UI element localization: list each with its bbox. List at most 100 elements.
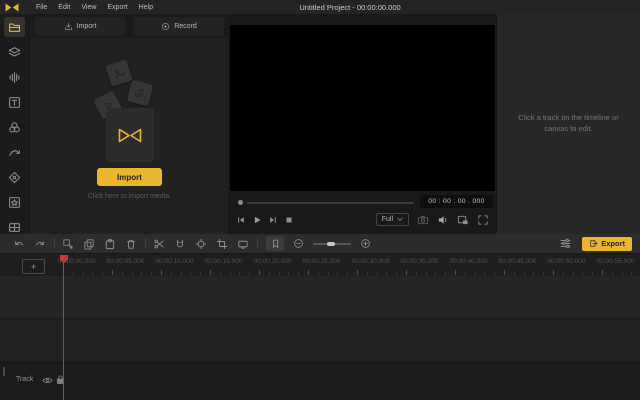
timeline-toolbar: Export xyxy=(0,234,640,254)
menu-export[interactable]: Export xyxy=(107,4,127,11)
play-icon xyxy=(252,215,262,225)
tab-record[interactable]: Record xyxy=(134,17,224,35)
crop-icon xyxy=(216,238,228,250)
sidebar-item-filters[interactable] xyxy=(4,117,25,137)
redo-button[interactable] xyxy=(33,237,46,250)
ruler-tick xyxy=(347,272,348,275)
volume-speaker-icon[interactable] xyxy=(437,214,449,226)
tab-import[interactable]: Import xyxy=(35,17,125,35)
preview-canvas[interactable] xyxy=(230,25,495,191)
fullscreen-icon[interactable] xyxy=(477,214,489,226)
freeze-frame-icon xyxy=(237,238,249,250)
transport-controls xyxy=(236,215,294,225)
ruler-tick xyxy=(553,270,554,275)
ruler-tick xyxy=(328,272,329,275)
sidebar-item-effects[interactable] xyxy=(4,167,25,187)
timeline-zoom-out-button[interactable] xyxy=(292,237,305,250)
crop-button[interactable] xyxy=(215,237,228,250)
timeline-zoom-in-button[interactable] xyxy=(359,237,372,250)
timeline-ruler[interactable]: 00:00:00.00000:00:05.00000:00:10.00000:0… xyxy=(0,255,640,276)
ruler-tick xyxy=(435,272,436,275)
visibility-eye-icon[interactable] xyxy=(42,376,53,385)
menu-file[interactable]: File xyxy=(36,4,47,11)
magnet-button[interactable] xyxy=(173,237,186,250)
previous-frame-button[interactable] xyxy=(236,215,246,225)
ruler-tick xyxy=(181,272,182,275)
ruler-label: 00:00:40.000 xyxy=(450,258,488,265)
app-logo-icon xyxy=(5,3,19,12)
ruler-tick xyxy=(484,272,485,275)
sidebar-item-media[interactable] xyxy=(4,17,25,37)
ruler-tick xyxy=(337,272,338,275)
stop-button[interactable] xyxy=(284,215,294,225)
tab-import-label: Import xyxy=(77,23,97,30)
undo-button[interactable] xyxy=(12,237,25,250)
toolbar-separator xyxy=(257,238,258,249)
playhead-line[interactable] xyxy=(63,255,64,400)
sidebar-item-stickers[interactable] xyxy=(4,192,25,212)
ruler-tick xyxy=(573,272,574,275)
timeline-zoom-slider[interactable] xyxy=(313,237,351,250)
adjustment-button[interactable] xyxy=(559,237,572,250)
curved-arrows-icon xyxy=(8,146,21,159)
seek-track[interactable] xyxy=(247,202,414,204)
zoom-mode-value: Full xyxy=(382,216,393,223)
zoom-mode-dropdown[interactable]: Full xyxy=(376,213,409,226)
undo-icon xyxy=(13,238,25,250)
split-button[interactable] xyxy=(152,237,165,250)
timeline-track-row-2[interactable] xyxy=(0,320,640,362)
zoom-out-icon xyxy=(293,238,304,249)
copy-button[interactable] xyxy=(82,237,95,250)
preview-right-controls: Full xyxy=(376,213,489,226)
zoom-in-icon xyxy=(360,238,371,249)
next-frame-button[interactable] xyxy=(268,215,278,225)
sidebar-item-transitions[interactable] xyxy=(4,142,25,162)
select-button[interactable] xyxy=(61,237,74,250)
ruler-tick xyxy=(298,272,299,275)
select-pointer-icon xyxy=(62,238,74,250)
sidebar-item-text[interactable] xyxy=(4,92,25,112)
export-button[interactable]: Export xyxy=(582,237,632,251)
ruler-tick xyxy=(171,272,172,275)
marker-button[interactable] xyxy=(266,236,284,251)
ruler-tick xyxy=(102,272,103,275)
timeline-main-track-row[interactable]: Track xyxy=(0,363,640,400)
track-drag-handle[interactable] xyxy=(3,367,5,376)
photo-icon xyxy=(111,65,127,81)
menu-help[interactable]: Help xyxy=(139,4,153,11)
sidebar-item-elements[interactable] xyxy=(4,42,25,62)
sidebar-item-audio[interactable] xyxy=(4,67,25,87)
app-window: File Edit View Export Help Untitled Proj… xyxy=(0,0,640,400)
freeze-frame-button[interactable] xyxy=(236,237,249,250)
paste-button[interactable] xyxy=(103,237,116,250)
motion-target-button[interactable] xyxy=(194,237,207,250)
seek-handle[interactable] xyxy=(238,200,243,205)
ruler-tick xyxy=(631,272,632,275)
text-icon xyxy=(8,96,21,109)
ruler-tick xyxy=(514,272,515,275)
picture-in-picture-icon[interactable] xyxy=(457,214,469,226)
zoom-slider-handle[interactable] xyxy=(327,242,335,246)
properties-panel: Click a track on the timeline or canvas … xyxy=(497,14,640,234)
snapshot-camera-icon[interactable] xyxy=(417,214,429,226)
delete-button[interactable] xyxy=(124,237,137,250)
adjustment-sliders-icon xyxy=(559,237,572,250)
ruler-tick xyxy=(524,272,525,275)
ruler-tick xyxy=(249,272,250,275)
ruler-label: 00:00:55.000 xyxy=(597,258,635,265)
paste-icon xyxy=(104,238,116,250)
chevron-down-icon xyxy=(397,217,403,222)
ruler-tick xyxy=(622,272,623,275)
play-button[interactable] xyxy=(252,215,262,225)
timeline-track-row-1[interactable] xyxy=(0,276,640,319)
ruler-tick xyxy=(269,272,270,275)
next-frame-icon xyxy=(268,215,278,225)
menu-view[interactable]: View xyxy=(81,4,96,11)
add-track-button[interactable]: + xyxy=(22,259,45,274)
layers-icon xyxy=(8,46,21,59)
ruler-tick xyxy=(112,270,113,275)
ruler-tick xyxy=(406,270,407,275)
import-media-button[interactable]: Import xyxy=(97,168,162,186)
ruler-tick xyxy=(73,272,74,275)
menu-edit[interactable]: Edit xyxy=(58,4,70,11)
